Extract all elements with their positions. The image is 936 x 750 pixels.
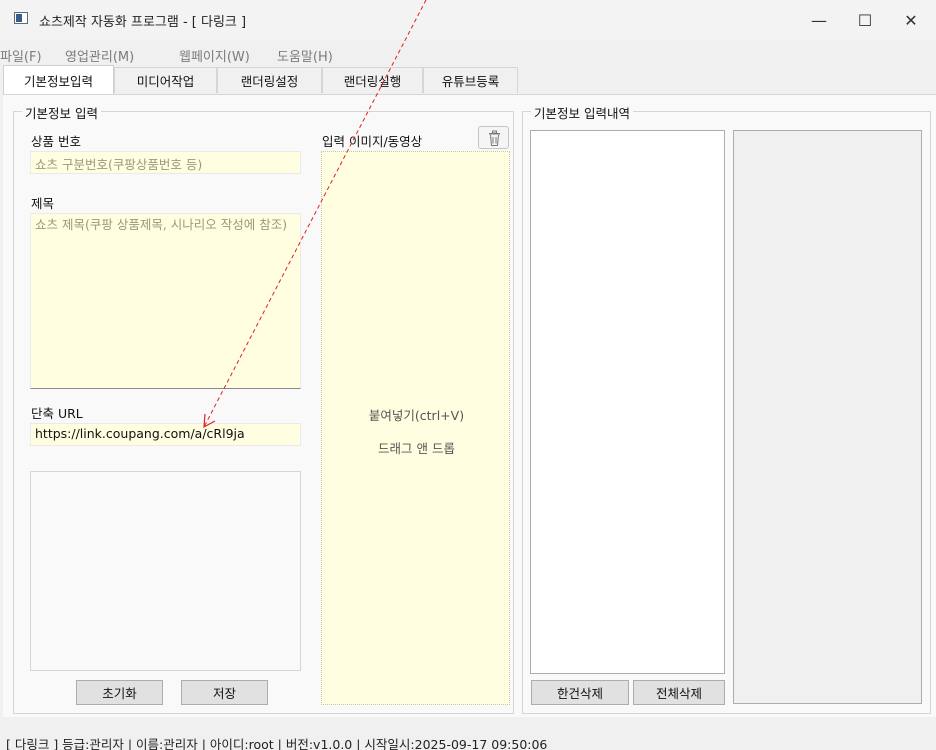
preview-area [30,471,301,671]
close-button[interactable]: ✕ [888,0,934,40]
tab-youtube-upload[interactable]: 유튜브등록 [423,67,518,93]
reset-button[interactable]: 초기화 [76,680,163,705]
menu-webpage[interactable]: 웹페이지(W) [179,46,250,65]
menu-file[interactable]: 파일(F) [0,46,42,65]
short-url-label: 단축 URL [31,406,83,421]
menu-bar: 파일(F) 영업관리(M) 웹페이지(W) 도움말(H) [0,40,936,65]
trash-button[interactable] [478,126,509,149]
window-title: 쇼츠제작 자동화 프로그램 - [ 다링크 ] [39,15,247,30]
maximize-button[interactable]: ☐ [842,0,888,40]
menu-sales[interactable]: 영업관리(M) [65,46,134,65]
delete-all-button[interactable]: 전체삭제 [633,680,725,705]
title-textarea[interactable]: 쇼츠 제목(쿠팡 상품제목, 시나리오 작성에 참조) [30,213,301,389]
history-group-title: 기본정보 입력내역 [531,103,633,122]
history-list[interactable] [530,130,725,674]
tab-rendering-run[interactable]: 랜더링실행 [322,67,423,93]
tab-rendering-settings[interactable]: 랜더링설정 [217,67,322,93]
status-bar: [ 다링크 ] 등급:관리자 | 이름:관리자 | 아이디:root | 버전:… [6,737,548,750]
trash-icon [489,130,500,146]
tab-media-work[interactable]: 미디어작업 [114,67,217,93]
title-label: 제목 [31,196,55,211]
tab-basic-info[interactable]: 기본정보입력 [3,65,114,94]
media-input-label: 입력 이미지/동영상 [322,134,423,149]
product-number-input[interactable]: 쇼츠 구분번호(쿠팡상품번호 등) [30,151,301,174]
minimize-button[interactable]: — [796,0,842,40]
menu-help[interactable]: 도움말(H) [277,46,333,65]
save-button[interactable]: 저장 [181,680,268,705]
app-icon [14,12,28,24]
product-number-label: 상품 번호 [31,134,81,149]
drag-drop-hint: 드래그 앤 드롭 [378,441,455,456]
basic-info-group-title: 기본정보 입력 [22,103,101,122]
media-drop-zone[interactable]: 붙여넣기(ctrl+V) 드래그 앤 드롭 [321,151,510,705]
tab-bar: 기본정보입력 미디어작업 랜더링설정 랜더링실행 유튜브등록 [0,64,936,96]
short-url-input[interactable]: https://link.coupang.com/a/cRl9ja [30,423,301,446]
title-bar: 쇼츠제작 자동화 프로그램 - [ 다링크 ] — ☐ ✕ [0,0,936,40]
history-detail-panel [733,130,922,704]
delete-one-button[interactable]: 한건삭제 [531,680,629,705]
paste-hint: 붙여넣기(ctrl+V) [368,408,465,423]
